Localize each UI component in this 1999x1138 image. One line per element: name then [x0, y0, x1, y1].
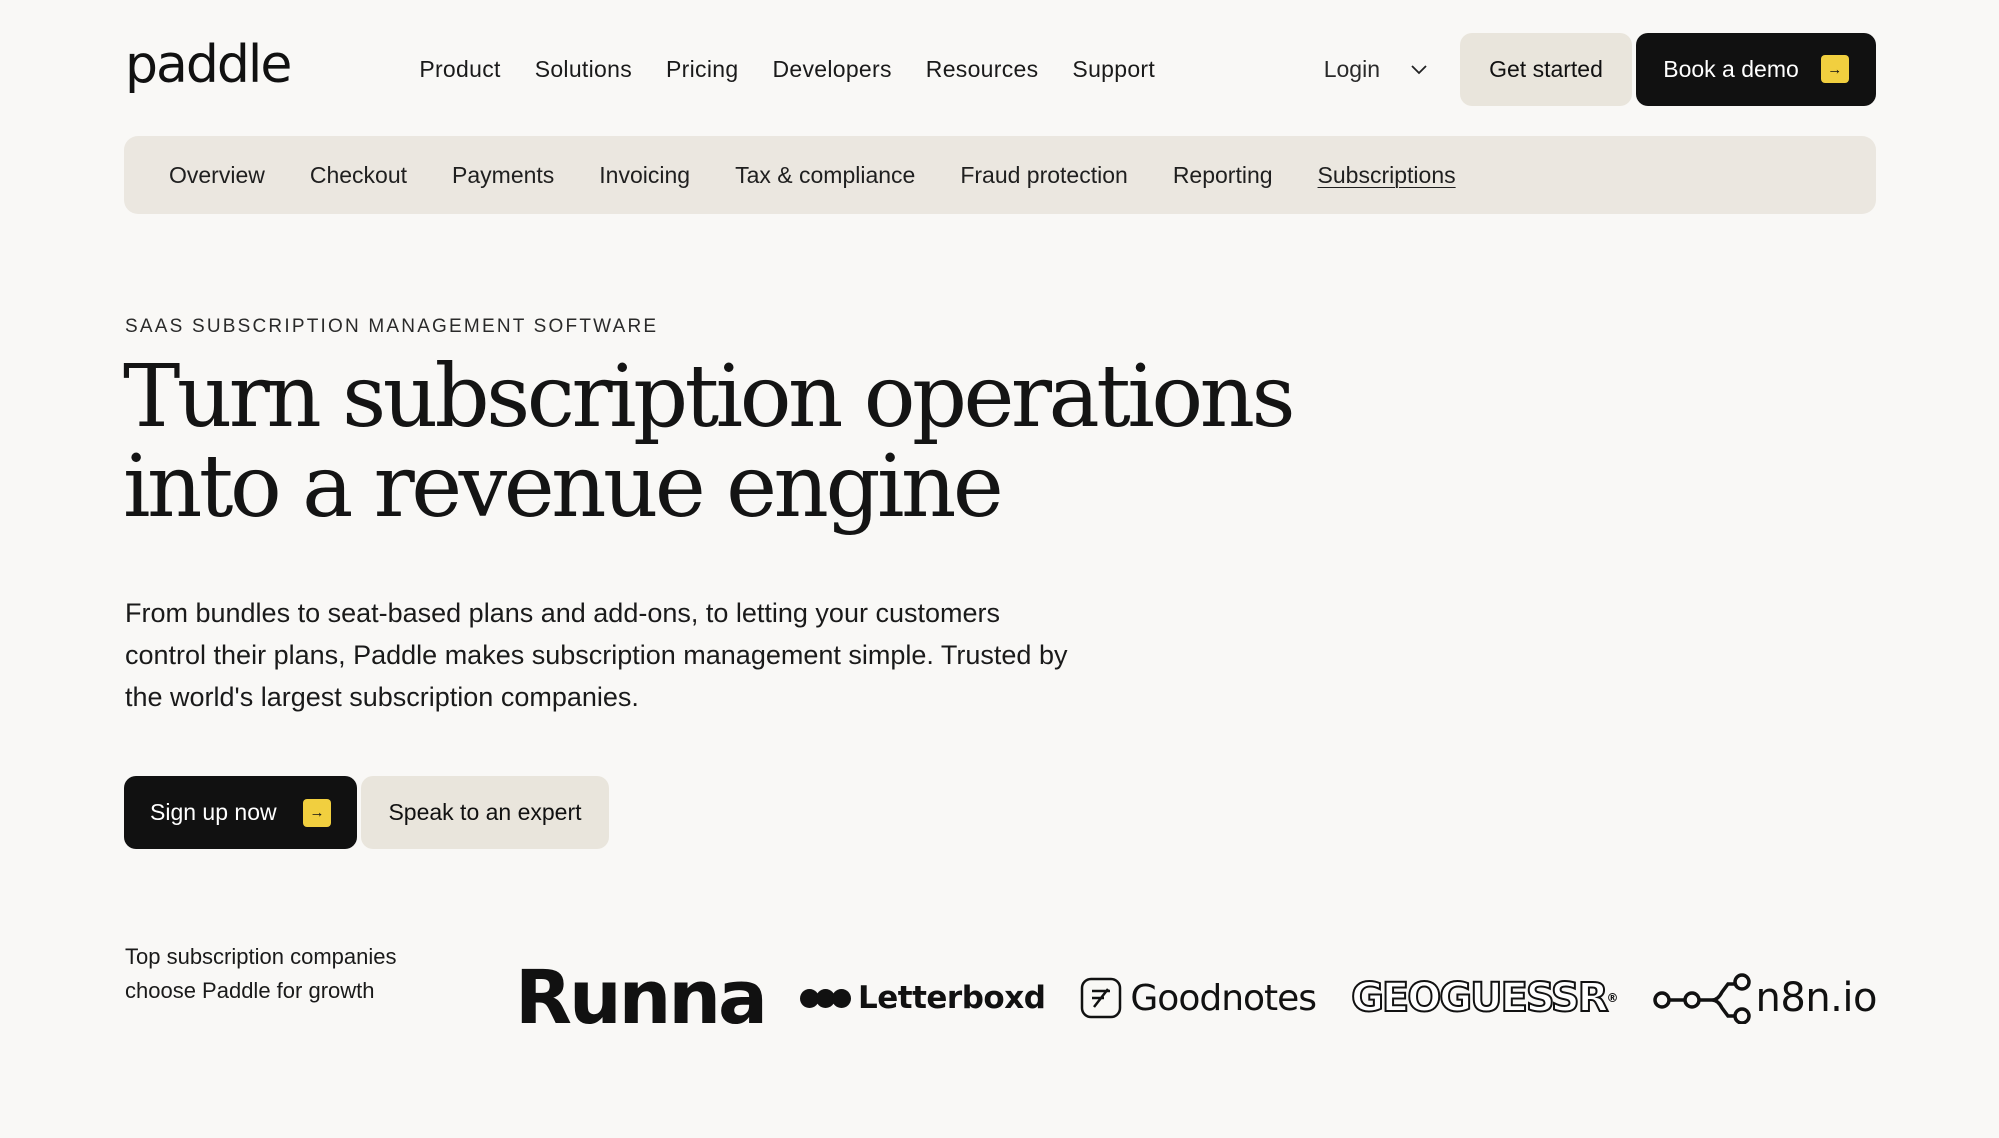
nav-developers[interactable]: Developers	[772, 56, 891, 83]
hero-lead: From bundles to seat-based plans and add…	[125, 598, 1068, 712]
get-started-button[interactable]: Get started	[1460, 32, 1632, 106]
customer-logos: Runna Letterboxd Goodnotes GEOGUESSR ® n8…	[515, 955, 1877, 1041]
n8n-wordmark: n8n.io	[1755, 975, 1878, 1021]
headline-line-1: Turn subscription operations	[123, 347, 1296, 447]
subnav-checkout[interactable]: Checkout	[310, 162, 407, 189]
headline-line-2: into a revenue engine	[123, 437, 1004, 537]
goodnotes-logo: Goodnotes	[1080, 977, 1317, 1019]
top-navigation: paddle Product Solutions Pricing Develop…	[125, 32, 1876, 106]
subnav-invoicing[interactable]: Invoicing	[599, 162, 690, 189]
subnav-subscriptions[interactable]: Subscriptions	[1318, 162, 1456, 189]
nav-actions: Login Get started Book a demo →	[1324, 32, 1876, 106]
login-dropdown[interactable]: Login	[1324, 56, 1430, 83]
goodnotes-icon	[1081, 977, 1122, 1019]
sign-up-label: Sign up now	[150, 799, 277, 825]
nav-product[interactable]: Product	[419, 56, 500, 83]
runna-logo: Runna	[515, 955, 768, 1041]
book-demo-label: Book a demo	[1663, 55, 1799, 82]
subnav-reporting[interactable]: Reporting	[1173, 162, 1273, 189]
letterboxd-wordmark: Letterboxd	[857, 980, 1046, 1016]
main-nav: Product Solutions Pricing Developers Res…	[419, 56, 1155, 83]
geoguessr-logo: GEOGUESSR ®	[1350, 974, 1618, 1022]
arrow-right-icon: →	[303, 798, 331, 827]
hero-cta-row: Sign up now → Speak to an expert	[124, 776, 609, 849]
goodnotes-wordmark: Goodnotes	[1130, 977, 1317, 1019]
login-label: Login	[1323, 55, 1380, 82]
subnav-fraud-protection[interactable]: Fraud protection	[960, 162, 1127, 189]
n8n-nodes-icon	[1652, 973, 1751, 1024]
book-demo-button[interactable]: Book a demo →	[1636, 32, 1876, 106]
nav-resources[interactable]: Resources	[926, 56, 1039, 83]
arrow-right-icon: →	[1820, 55, 1849, 83]
product-subnav: Overview Checkout Payments Invoicing Tax…	[124, 136, 1876, 214]
sign-up-button[interactable]: Sign up now →	[124, 776, 357, 849]
nav-pricing[interactable]: Pricing	[666, 56, 738, 83]
subnav-overview[interactable]: Overview	[169, 162, 265, 189]
letterboxd-dots-icon	[799, 988, 851, 1008]
letterboxd-logo: Letterboxd	[799, 980, 1046, 1016]
chevron-down-icon	[1411, 65, 1427, 75]
hero-eyebrow: SAAS SUBSCRIPTION MANAGEMENT SOFTWARE	[125, 316, 659, 337]
customers-caption: Top subscription companies choose Paddle…	[125, 944, 397, 1003]
hero-headline: Turn subscription operations into a reve…	[123, 352, 1323, 532]
n8n-logo: n8n.io	[1652, 972, 1877, 1024]
subnav-payments[interactable]: Payments	[452, 162, 554, 189]
subnav-tax-compliance[interactable]: Tax & compliance	[735, 162, 915, 189]
geoguessr-wordmark: GEOGUESSR	[1350, 974, 1609, 1022]
nav-solutions[interactable]: Solutions	[535, 56, 632, 83]
nav-support[interactable]: Support	[1072, 56, 1155, 83]
speak-to-expert-button[interactable]: Speak to an expert	[361, 776, 609, 849]
paddle-logo[interactable]: paddle	[125, 39, 292, 91]
